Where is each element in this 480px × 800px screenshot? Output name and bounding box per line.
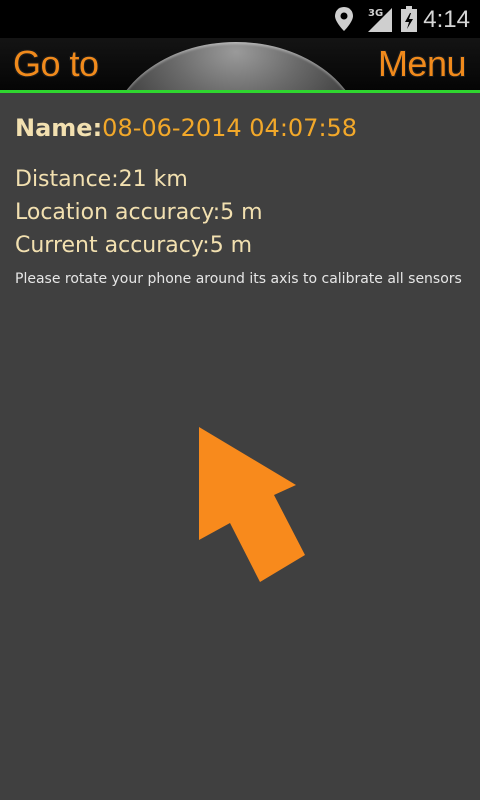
battery-icon xyxy=(400,0,418,38)
status-bar: 3G 4:14 xyxy=(0,0,480,38)
status-time: 4:14 xyxy=(423,6,470,33)
goto-button[interactable]: Go to xyxy=(13,38,99,90)
location-icon xyxy=(333,0,355,38)
info-panel: Name:08-06-2014 04:07:58 Distance:21 km … xyxy=(15,110,470,287)
distance-text: Distance:21 km xyxy=(15,167,188,192)
name-label: Name: xyxy=(15,114,103,142)
name-line: Name:08-06-2014 04:07:58 xyxy=(15,110,470,146)
signal-icon: 3G xyxy=(366,0,396,38)
menu-button[interactable]: Menu xyxy=(378,38,467,90)
network-type-label: 3G xyxy=(368,8,383,19)
action-bar-dome xyxy=(108,42,364,90)
location-accuracy-text: Location accuracy:5 m xyxy=(15,200,263,225)
calibration-hint: Please rotate your phone around its axis… xyxy=(15,271,462,287)
action-bar: Go to Menu xyxy=(0,38,480,90)
name-value: 08-06-2014 04:07:58 xyxy=(102,114,358,142)
direction-arrow-icon xyxy=(190,420,320,594)
current-accuracy-text: Current accuracy:5 m xyxy=(15,233,253,258)
divider-line xyxy=(0,90,480,93)
